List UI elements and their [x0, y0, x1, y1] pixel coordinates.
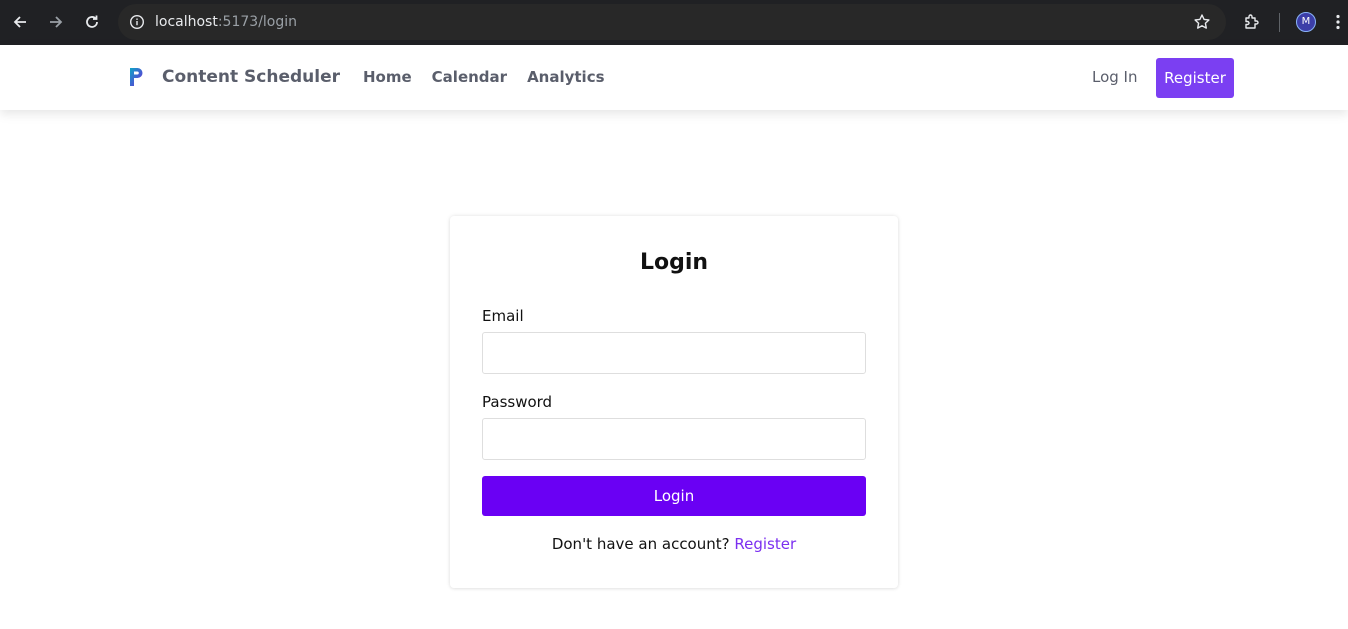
profile-avatar[interactable]: M — [1296, 12, 1316, 32]
nav-register-button[interactable]: Register — [1156, 58, 1234, 98]
url-host: localhost — [155, 14, 218, 30]
nav-link-calendar[interactable]: Calendar — [432, 68, 507, 86]
brand-name: Content Scheduler — [162, 67, 341, 87]
login-submit-button[interactable]: Login — [482, 476, 866, 516]
reload-icon — [86, 15, 98, 28]
nav-login-link[interactable]: Log In — [1092, 68, 1138, 86]
forward-button[interactable] — [42, 8, 70, 36]
bookmark-star-icon — [1194, 14, 1210, 29]
back-arrow-icon — [13, 16, 26, 28]
brand[interactable]: Content Scheduler — [128, 67, 340, 87]
toolbar-divider — [1279, 13, 1280, 32]
app-navbar: Content Scheduler Home Calendar Analytic… — [0, 45, 1348, 110]
email-label: Email — [482, 307, 524, 325]
nav-link-home[interactable]: Home — [363, 68, 412, 86]
register-prompt-text: Don't have an account? — [551, 535, 730, 553]
brand-logo-icon — [130, 68, 143, 86]
reload-button[interactable] — [78, 8, 106, 36]
login-title: Login — [639, 250, 709, 275]
extensions-button[interactable] — [1238, 8, 1266, 36]
address-bar[interactable]: localhost:5173/login — [118, 4, 1226, 40]
site-info-icon[interactable] — [128, 13, 146, 31]
more-menu-icon — [1336, 14, 1340, 30]
password-field[interactable] — [482, 418, 866, 460]
password-label: Password — [482, 393, 553, 411]
forward-arrow-icon — [50, 16, 63, 28]
url-path: :5173/login — [217, 14, 298, 30]
register-prompt: Don't have an account? Register — [450, 535, 898, 553]
email-field[interactable] — [482, 332, 866, 374]
menu-button[interactable] — [1328, 8, 1348, 36]
browser-toolbar: localhost:5173/login M — [0, 0, 1348, 45]
register-link[interactable]: Register — [734, 535, 796, 553]
nav-links: Home Calendar Analytics — [363, 68, 605, 86]
nav-link-analytics[interactable]: Analytics — [527, 68, 604, 86]
address-url[interactable]: localhost:5173/login — [155, 13, 297, 31]
extensions-icon — [1245, 14, 1259, 29]
login-card: Login Email Password Login Don't have an… — [450, 216, 898, 588]
back-button[interactable] — [6, 8, 34, 36]
bookmark-button[interactable] — [1188, 8, 1216, 36]
